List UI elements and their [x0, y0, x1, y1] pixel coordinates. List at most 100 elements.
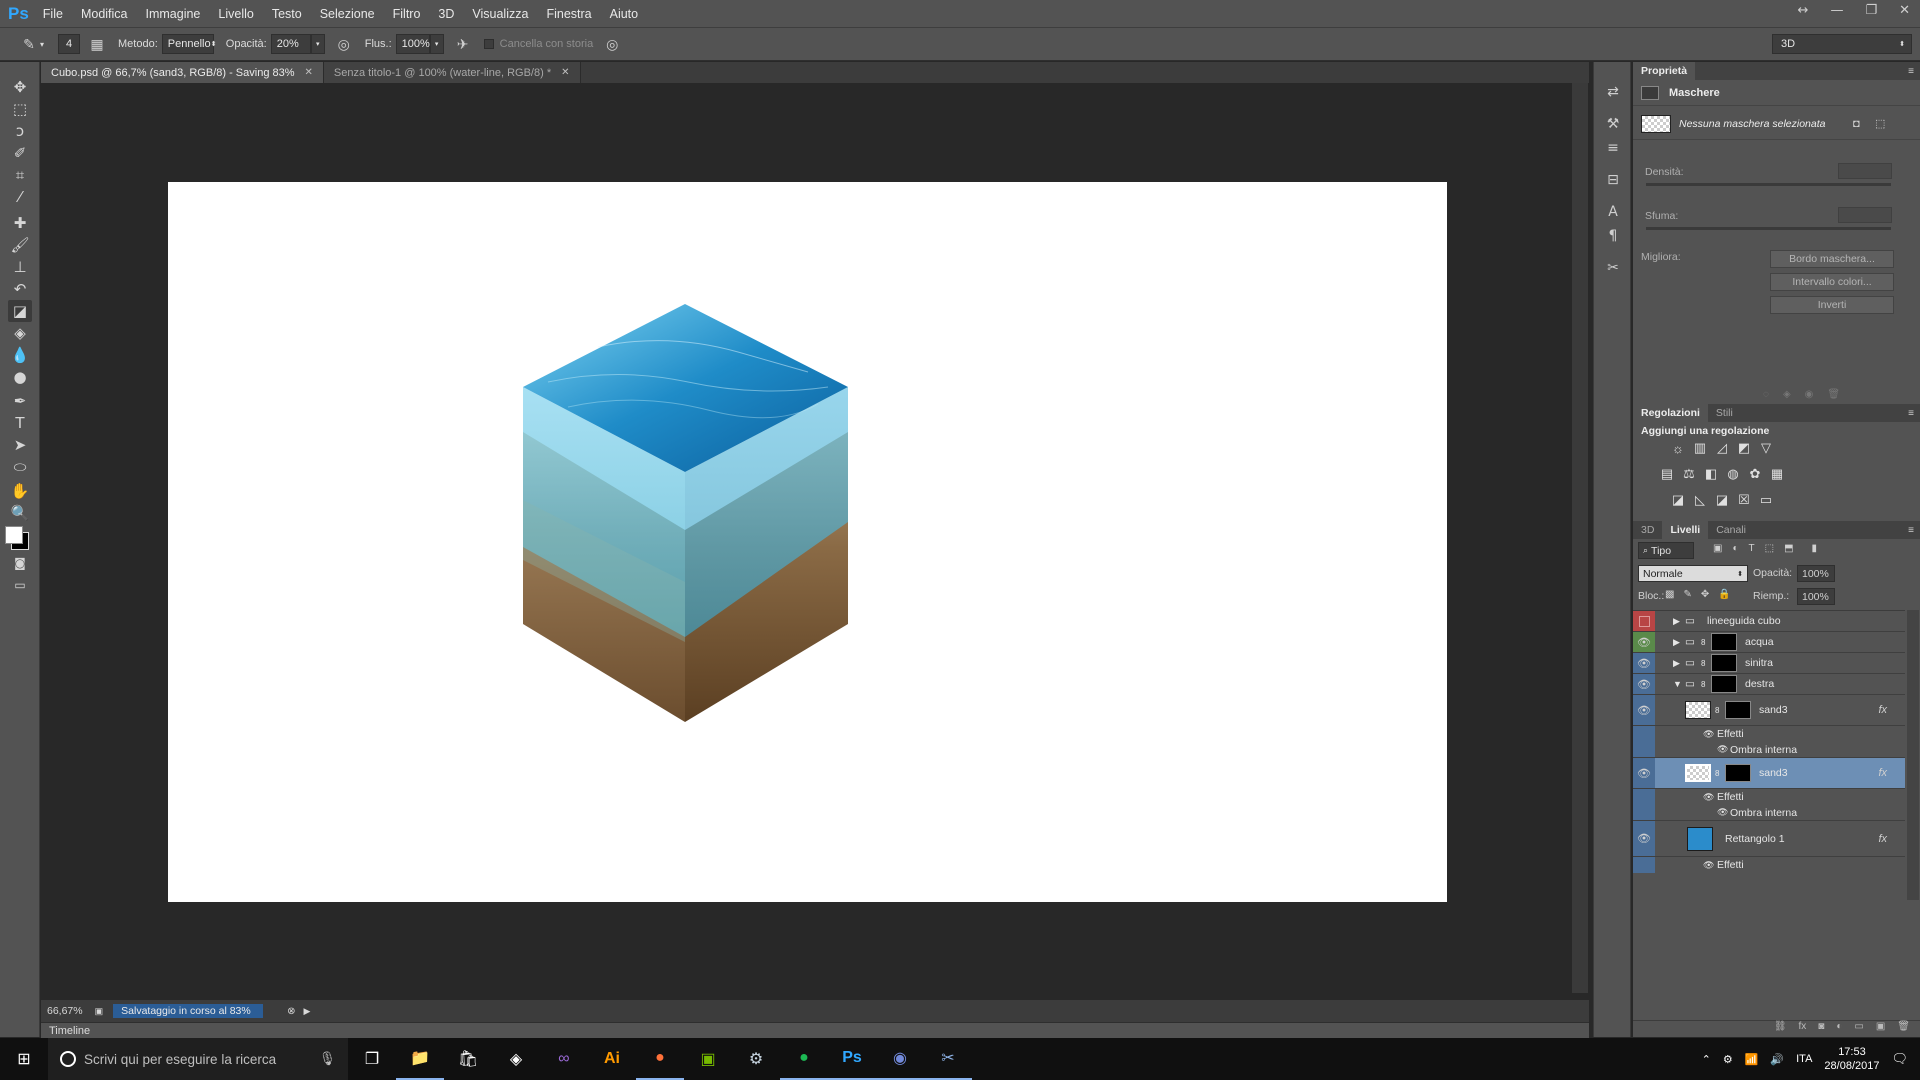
- color-balance-icon[interactable]: ⚖: [1680, 466, 1698, 482]
- clone-stamp-tool-icon[interactable]: ⊥: [8, 256, 32, 278]
- visibility-toggle[interactable]: [1633, 611, 1655, 631]
- expand-arrow-icon[interactable]: ▶: [1673, 658, 1680, 669]
- delete-layer-icon[interactable]: 🗑: [1897, 1021, 1910, 1037]
- photoshop-taskbar-icon[interactable]: Ps: [828, 1038, 876, 1080]
- foreground-color-swatch[interactable]: [5, 526, 23, 544]
- eye-icon[interactable]: 👁: [1703, 860, 1714, 871]
- menu-file[interactable]: File: [43, 7, 63, 21]
- workspace-select[interactable]: 3D ⬍: [1772, 34, 1912, 54]
- lock-all-icon[interactable]: 🔒: [1718, 589, 1730, 600]
- layer-row[interactable]: 👁 Rettangolo 1 fx: [1633, 821, 1905, 857]
- network-icon[interactable]: 📶: [1745, 1053, 1759, 1066]
- crop-tool-icon[interactable]: ⌗: [8, 164, 32, 186]
- layer-filter-select[interactable]: ⌕ Tipo: [1638, 542, 1694, 559]
- filter-adjustment-icon[interactable]: ◐: [1732, 543, 1738, 554]
- filter-shape-icon[interactable]: ⬚: [1765, 543, 1774, 554]
- steam-tray-icon[interactable]: ⚙: [1723, 1053, 1733, 1066]
- canvas-vertical-scrollbar[interactable]: [1572, 83, 1588, 993]
- gradient-map-icon[interactable]: ▭: [1757, 492, 1775, 508]
- add-mask-icon[interactable]: ◙: [1818, 1021, 1824, 1037]
- black-white-icon[interactable]: ◧: [1702, 466, 1720, 482]
- brush-panel-icon[interactable]: ▦: [88, 35, 106, 53]
- dodge-tool-icon[interactable]: ●: [8, 366, 32, 388]
- eye-icon[interactable]: 👁: [1717, 807, 1728, 818]
- eye-icon[interactable]: 👁: [1717, 744, 1728, 755]
- tab-channels[interactable]: Canali: [1708, 521, 1754, 539]
- selective-color-icon[interactable]: ☒: [1735, 492, 1753, 508]
- tab-senza-titolo[interactable]: Senza titolo-1 @ 100% (water-line, RGB/8…: [323, 62, 581, 83]
- paint-bucket-tool-icon[interactable]: ◈: [8, 322, 32, 344]
- move-tool-icon[interactable]: ✥: [8, 76, 32, 98]
- mask-thumbnail[interactable]: [1711, 654, 1737, 672]
- tab-styles[interactable]: Stili: [1708, 404, 1741, 422]
- panel-menu-icon[interactable]: ≡: [1908, 408, 1914, 419]
- flow-input[interactable]: 100%: [395, 34, 430, 54]
- windows-start-icon[interactable]: ⊞: [0, 1038, 48, 1080]
- panel-menu-icon[interactable]: ≡: [1908, 525, 1914, 536]
- mask-thumbnail[interactable]: [1725, 701, 1751, 719]
- layers-scrollbar[interactable]: [1907, 610, 1919, 900]
- show-hidden-icons-icon[interactable]: ⌃: [1702, 1053, 1711, 1066]
- add-style-icon[interactable]: fx: [1799, 1021, 1807, 1037]
- tab-adjustments[interactable]: Regolazioni: [1633, 404, 1708, 422]
- feather-slider[interactable]: [1646, 227, 1891, 230]
- erase-history-checkbox[interactable]: [483, 39, 494, 49]
- mask-thumbnail[interactable]: [1725, 764, 1751, 782]
- lock-transparency-icon[interactable]: ▩: [1665, 589, 1674, 600]
- tab-layers[interactable]: Livelli: [1662, 521, 1709, 539]
- discord-icon[interactable]: ◉: [876, 1038, 924, 1080]
- snipping-tool-icon[interactable]: ✂: [924, 1038, 972, 1080]
- filter-pixel-icon[interactable]: ▣: [1713, 543, 1722, 554]
- character-panel-icon[interactable]: A: [1603, 202, 1623, 222]
- lock-pixels-icon[interactable]: ✎: [1683, 589, 1691, 600]
- blur-tool-icon[interactable]: 💧: [8, 344, 32, 366]
- hue-saturation-icon[interactable]: ▤: [1658, 466, 1676, 482]
- eye-icon[interactable]: 👁: [1633, 695, 1655, 725]
- marquee-tool-icon[interactable]: ⬚: [8, 98, 32, 120]
- layer-row[interactable]: 👁 ▼ ▭ 8 destra: [1633, 674, 1905, 695]
- zoom-level[interactable]: 66,67%: [47, 1005, 83, 1017]
- menu-selezione[interactable]: Selezione: [320, 7, 375, 21]
- tool-presets-icon[interactable]: ⚒: [1603, 114, 1623, 134]
- levels-icon[interactable]: ▥: [1691, 440, 1709, 456]
- vibrance-icon[interactable]: ▽: [1757, 440, 1775, 456]
- eye-icon[interactable]: 👁: [1633, 632, 1655, 652]
- photo-filter-icon[interactable]: ◍: [1724, 466, 1742, 482]
- airbrush-icon[interactable]: ✈: [454, 35, 472, 53]
- menu-filtro[interactable]: Filtro: [393, 7, 421, 21]
- opacity-dropdown[interactable]: ▾: [310, 34, 325, 54]
- channel-mixer-icon[interactable]: ✿: [1746, 466, 1764, 482]
- ellipse-tool-icon[interactable]: ⬭: [8, 456, 32, 478]
- menu-aiuto[interactable]: Aiuto: [610, 7, 639, 21]
- fx-icon[interactable]: fx: [1878, 767, 1887, 779]
- healing-brush-tool-icon[interactable]: ✚: [8, 212, 32, 234]
- preset-dropdown-icon[interactable]: ▾: [40, 40, 44, 49]
- illustrator-icon[interactable]: Ai: [588, 1038, 636, 1080]
- tools-icon[interactable]: ✂: [1603, 258, 1623, 278]
- eye-icon[interactable]: 👁: [1703, 729, 1714, 740]
- tab-3d[interactable]: 3D: [1633, 521, 1662, 539]
- layer-row[interactable]: 👁 8 sand3 fx: [1633, 695, 1905, 726]
- canvas-area[interactable]: [41, 83, 1588, 993]
- eye-icon[interactable]: 👁: [1633, 674, 1655, 694]
- close-icon[interactable]: ✕: [1899, 3, 1910, 18]
- menu-finestra[interactable]: Finestra: [546, 7, 591, 21]
- layer-comps-icon[interactable]: ⊟: [1603, 170, 1623, 190]
- expand-arrow-icon[interactable]: ▶: [1673, 616, 1680, 627]
- mask-thumbnail[interactable]: [1711, 633, 1737, 651]
- new-group-icon[interactable]: ▭: [1854, 1021, 1863, 1037]
- language-indicator[interactable]: ITA: [1796, 1053, 1812, 1065]
- density-slider[interactable]: [1646, 183, 1891, 186]
- taskbar-search-box[interactable]: Scrivi qui per eseguire la ricerca 🎙: [48, 1038, 348, 1080]
- clock[interactable]: 17:53 28/08/2017: [1824, 1045, 1879, 1073]
- brush-tool-icon[interactable]: 🖌: [8, 234, 32, 256]
- expand-icon[interactable]: ↔: [1798, 3, 1809, 18]
- path-selection-tool-icon[interactable]: ➤: [8, 434, 32, 456]
- shape-thumbnail[interactable]: [1687, 827, 1713, 851]
- menu-immagine[interactable]: Immagine: [146, 7, 201, 21]
- brightness-contrast-icon[interactable]: ☼: [1669, 440, 1687, 456]
- menu-testo[interactable]: Testo: [272, 7, 302, 21]
- effect-row[interactable]: 👁 Ombra interna: [1633, 742, 1905, 758]
- eraser-preset-icon[interactable]: ✎: [20, 35, 38, 53]
- pressure-size-icon[interactable]: ◎: [603, 35, 621, 53]
